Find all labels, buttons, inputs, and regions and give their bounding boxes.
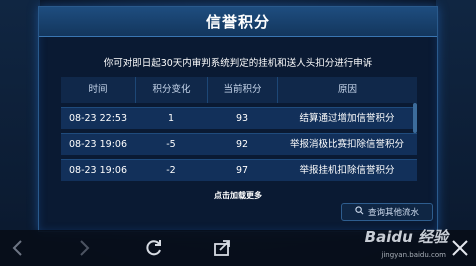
cell-current-score: 93 xyxy=(235,112,249,124)
cell-score-change: -2 xyxy=(166,164,176,176)
header-current-score: 当前积分 xyxy=(207,77,277,103)
load-more-button[interactable]: 点击加载更多 xyxy=(39,190,437,201)
watermark-url: jingyan.baidu.com xyxy=(381,251,446,259)
cell-time: 08-23 19:06 xyxy=(68,164,127,176)
appeal-notice: 你可对即日起30天内审判系统判定的挂机和送人头扣分进行申诉 xyxy=(103,58,373,69)
close-icon[interactable] xyxy=(450,238,470,258)
cell-current-score: 97 xyxy=(235,164,249,176)
game-screen: 信誉积分 你可对即日起30天内审判系统判定的挂机和送人头扣分进行申诉 时间 积分… xyxy=(0,0,476,266)
header-time: 时间 xyxy=(88,84,108,95)
score-history-table: 时间 积分变化 当前积分 原因 08-23 22:53 1 93 结算通过增加信… xyxy=(61,77,417,185)
query-other-records-label: 查询其他流水 xyxy=(367,208,419,218)
query-other-records-button[interactable]: 查询其他流水 xyxy=(341,203,433,221)
header-reason: 原因 xyxy=(277,77,417,103)
cell-reason: 结算通过增加信誉积分 xyxy=(299,112,395,124)
table-row: 08-23 19:06 -2 97 举报挂机扣除信誉积分 xyxy=(61,159,417,181)
table-header: 时间 积分变化 当前积分 原因 xyxy=(61,77,417,103)
cell-time: 08-23 22:53 xyxy=(68,112,127,124)
table-row: 08-23 19:06 -5 92 举报消极比赛扣除信誉积分 xyxy=(61,133,417,155)
frame-right-decoration xyxy=(436,0,476,230)
cell-reason: 举报挂机扣除信誉积分 xyxy=(299,164,395,176)
header-score-change: 积分变化 xyxy=(135,77,207,103)
cell-time: 08-23 19:06 xyxy=(68,138,127,150)
table-scrollbar[interactable] xyxy=(413,103,417,133)
table-row: 08-23 22:53 1 93 结算通过增加信誉积分 xyxy=(61,107,417,129)
forward-arrow-icon[interactable] xyxy=(74,238,94,258)
baidu-jingyan-watermark: Baidu 经验 xyxy=(364,228,448,246)
cell-score-change: 1 xyxy=(167,112,175,124)
share-icon[interactable] xyxy=(212,238,232,258)
cell-current-score: 92 xyxy=(235,138,249,150)
credit-score-dialog: 信誉积分 你可对即日起30天内审判系统判定的挂机和送人头扣分进行申诉 时间 积分… xyxy=(38,6,438,232)
cell-reason: 举报消极比赛扣除信誉积分 xyxy=(289,138,404,150)
search-icon xyxy=(355,206,364,218)
dialog-title: 信誉积分 xyxy=(39,7,437,37)
frame-left-decoration xyxy=(0,0,40,230)
cell-score-change: -5 xyxy=(166,138,176,150)
back-arrow-icon[interactable] xyxy=(8,238,28,258)
refresh-icon[interactable] xyxy=(144,238,164,258)
